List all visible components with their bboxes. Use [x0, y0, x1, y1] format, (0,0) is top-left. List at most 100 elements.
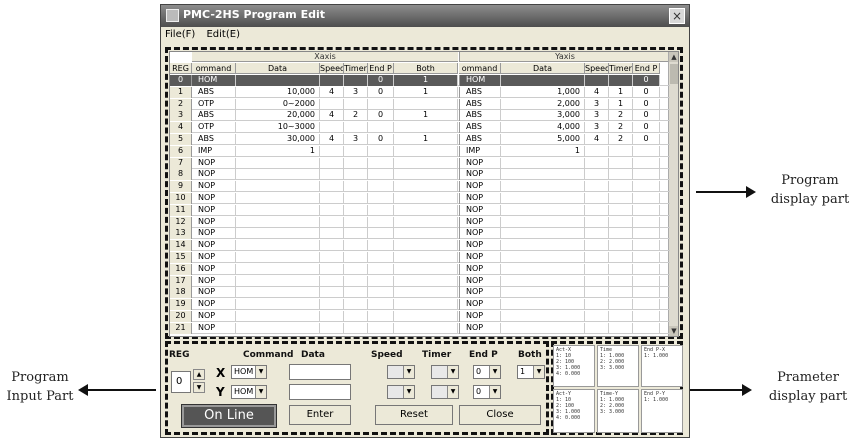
y-cell[interactable] — [609, 216, 633, 228]
y-cell[interactable]: NOP — [459, 299, 501, 311]
table-row[interactable]: 19 NOP NOP — [170, 299, 670, 311]
x-cell[interactable]: 3 — [344, 134, 368, 145]
x-cell[interactable]: 1 — [394, 86, 458, 98]
reg-cell[interactable]: 10 — [170, 193, 192, 204]
y-cell[interactable]: 1,000 — [501, 86, 585, 98]
x-cell[interactable]: HOM — [192, 75, 236, 86]
chevron-down-icon[interactable]: ▼ — [447, 366, 458, 378]
scroll-down-icon[interactable]: ▼ — [669, 326, 678, 336]
y-command-select[interactable]: HOM ▼ — [231, 385, 267, 399]
table-row[interactable]: 7 NOP NOP — [170, 157, 670, 169]
x-cell[interactable] — [344, 204, 368, 216]
x-cell[interactable]: NOP — [192, 311, 236, 322]
y-cell[interactable] — [633, 169, 660, 181]
y-cell[interactable]: NOP — [459, 252, 501, 263]
y-cell[interactable]: NOP — [459, 228, 501, 240]
x-cell[interactable]: NOP — [192, 181, 236, 193]
x-cell[interactable] — [320, 287, 344, 299]
x-cell[interactable] — [344, 98, 368, 110]
y-cell[interactable] — [633, 287, 660, 299]
reg-cell[interactable]: 8 — [170, 169, 192, 181]
x-cell[interactable] — [320, 98, 344, 110]
y-cell[interactable]: 0 — [633, 75, 660, 86]
reg-cell[interactable]: 19 — [170, 299, 192, 311]
table-row[interactable]: 20 NOP NOP — [170, 311, 670, 322]
x-cell[interactable] — [368, 240, 394, 252]
y-cell[interactable] — [585, 204, 609, 216]
reg-cell[interactable]: 13 — [170, 228, 192, 240]
x-cell[interactable] — [394, 263, 458, 275]
x-cell[interactable] — [344, 252, 368, 263]
table-row[interactable]: 21 NOP NOP — [170, 322, 670, 334]
reg-cell[interactable]: 6 — [170, 145, 192, 157]
x-cell[interactable] — [320, 322, 344, 334]
chevron-down-icon[interactable]: ▼ — [403, 366, 414, 378]
x-cell[interactable] — [320, 157, 344, 169]
reg-cell[interactable]: 1 — [170, 86, 192, 98]
x-cell[interactable]: 4 — [320, 86, 344, 98]
x-cell[interactable]: NOP — [192, 169, 236, 181]
y-cell[interactable] — [585, 193, 609, 204]
reg-cell[interactable]: 14 — [170, 240, 192, 252]
y-cell[interactable]: IMP — [459, 145, 501, 157]
y-cell[interactable]: NOP — [459, 287, 501, 299]
x-cell[interactable] — [368, 193, 394, 204]
x-cell[interactable] — [320, 145, 344, 157]
y-cell[interactable]: ABS — [459, 134, 501, 145]
y-cell[interactable] — [501, 299, 585, 311]
y-cell[interactable] — [609, 322, 633, 334]
y-cell[interactable]: 4 — [585, 86, 609, 98]
y-cell[interactable] — [633, 311, 660, 322]
x-cell[interactable] — [344, 145, 368, 157]
x-cell[interactable] — [368, 311, 394, 322]
chevron-down-icon[interactable]: ▼ — [447, 386, 458, 398]
x-cell[interactable] — [236, 299, 320, 311]
y-cell[interactable] — [609, 275, 633, 287]
x-cell[interactable] — [344, 169, 368, 181]
y-cell[interactable]: ABS — [459, 86, 501, 98]
y-cell[interactable] — [585, 299, 609, 311]
y-cell[interactable] — [609, 181, 633, 193]
reg-cell[interactable]: 3 — [170, 110, 192, 122]
x-cell[interactable] — [368, 252, 394, 263]
y-cell[interactable]: 0 — [633, 110, 660, 122]
y-cell[interactable] — [501, 275, 585, 287]
x-cell[interactable] — [236, 263, 320, 275]
x-cell[interactable] — [236, 252, 320, 263]
table-row[interactable]: 8 NOP NOP — [170, 169, 670, 181]
x-cell[interactable] — [368, 322, 394, 334]
x-cell[interactable]: 30,000 — [236, 134, 320, 145]
x-cell[interactable]: NOP — [192, 157, 236, 169]
x-speed-select[interactable]: ▼ — [387, 365, 415, 379]
y-cell[interactable]: NOP — [459, 181, 501, 193]
x-cell[interactable] — [320, 216, 344, 228]
reg-cell[interactable]: 21 — [170, 322, 192, 334]
x-cell[interactable] — [368, 228, 394, 240]
x-cell[interactable] — [394, 122, 458, 134]
x-cell[interactable]: NOP — [192, 322, 236, 334]
x-cell[interactable]: ABS — [192, 134, 236, 145]
y-cell[interactable] — [585, 240, 609, 252]
x-cell[interactable] — [368, 181, 394, 193]
y-cell[interactable] — [609, 204, 633, 216]
y-cell[interactable] — [585, 75, 609, 86]
x-cell[interactable]: 20,000 — [236, 110, 320, 122]
y-cell[interactable]: ABS — [459, 110, 501, 122]
x-cell[interactable]: NOP — [192, 228, 236, 240]
x-cell[interactable] — [320, 75, 344, 86]
x-cell[interactable] — [236, 193, 320, 204]
x-cell[interactable] — [344, 275, 368, 287]
y-cell[interactable] — [633, 145, 660, 157]
x-cell[interactable] — [320, 263, 344, 275]
x-cell[interactable] — [344, 157, 368, 169]
y-cell[interactable] — [633, 263, 660, 275]
x-cell[interactable]: ABS — [192, 110, 236, 122]
y-cell[interactable] — [609, 157, 633, 169]
x-cell[interactable] — [320, 228, 344, 240]
x-cell[interactable] — [344, 263, 368, 275]
y-cell[interactable] — [501, 322, 585, 334]
y-cell[interactable] — [609, 287, 633, 299]
chevron-down-icon[interactable]: ▼ — [489, 366, 500, 378]
y-timer-select[interactable]: ▼ — [431, 385, 459, 399]
x-cell[interactable] — [394, 145, 458, 157]
